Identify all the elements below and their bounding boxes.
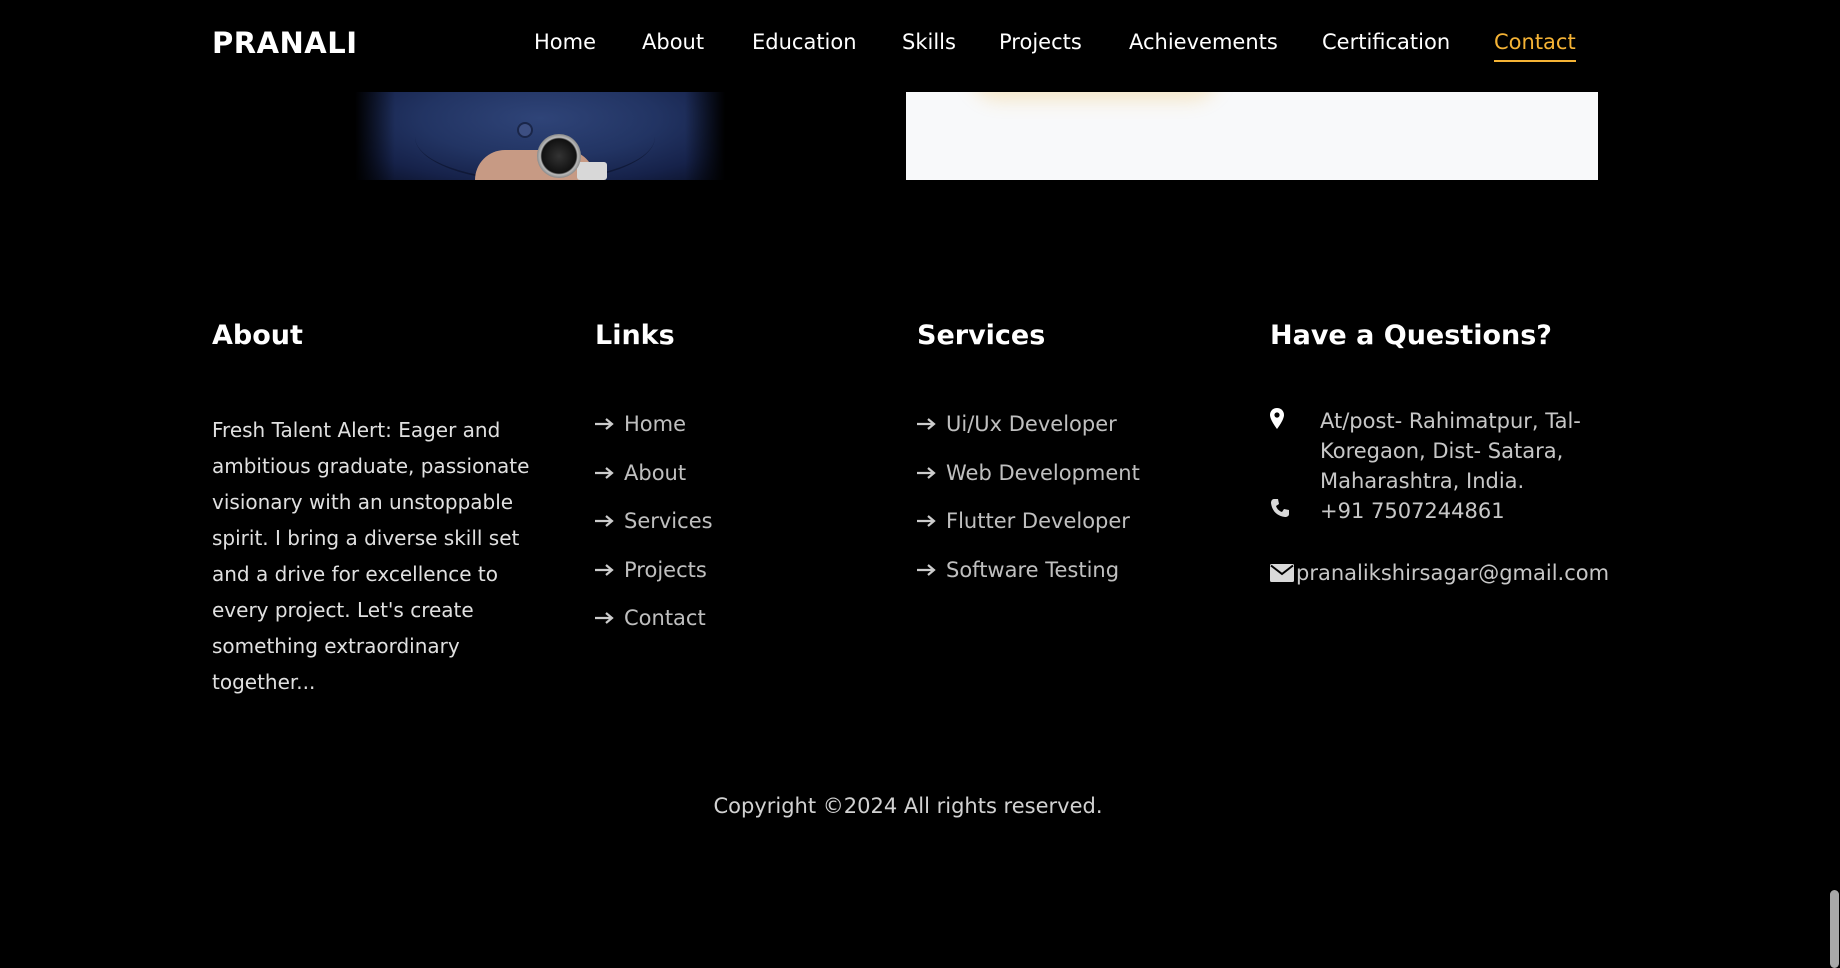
footer-link-label: Contact — [624, 606, 706, 631]
footer-about: About Fresh Talent Alert: Eager and ambi… — [212, 320, 529, 694]
list-item: About — [595, 461, 713, 510]
nav-link-contact[interactable]: Contact — [1494, 30, 1576, 62]
list-item: Software Testing — [917, 558, 1140, 607]
footer-about-heading: About — [212, 320, 303, 351]
address-row: At/post- Rahimatpur, Tal-Koregaon, Dist-… — [1270, 406, 1590, 496]
nav-link-about[interactable]: About — [642, 30, 704, 60]
footer-link-label: Services — [624, 509, 713, 534]
footer-contact-info: Have a Questions? At/post- Rahimatpur, T… — [1270, 320, 1609, 585]
service-link-label: Software Testing — [946, 557, 1120, 582]
email-link[interactable]: pranalikshirsagar@gmail.com — [1296, 558, 1609, 588]
footer-link-label: Home — [624, 412, 687, 436]
phone-row: +91 7507244861 — [1270, 496, 1505, 526]
map-marker-icon — [1270, 408, 1284, 429]
nav-link-home[interactable]: Home — [534, 30, 596, 60]
copyright-text: Copyright ©2024 All rights reserved. — [713, 794, 1103, 818]
footer-link-services[interactable]: Services — [595, 509, 713, 533]
list-item: Flutter Developer — [917, 509, 1140, 558]
arrow-right-icon — [595, 466, 614, 479]
phone-icon — [1271, 499, 1289, 517]
footer-about-text: Fresh Talent Alert: Eager and ambitious … — [212, 418, 530, 694]
nav-link-projects[interactable]: Projects — [999, 30, 1082, 60]
profile-photo — [355, 92, 725, 180]
list-item: Web Development — [917, 461, 1140, 510]
service-link-label: Web Development — [946, 460, 1140, 485]
footer-link-about[interactable]: About — [595, 461, 686, 485]
arrow-right-icon — [917, 418, 936, 430]
service-link-label: Flutter Developer — [946, 509, 1130, 534]
nav-link-skills[interactable]: Skills — [902, 30, 956, 60]
arrow-right-icon — [917, 563, 936, 576]
list-item: Services — [595, 509, 713, 558]
address-text: At/post- Rahimatpur, Tal-Koregaon, Dist-… — [1320, 409, 1581, 493]
list-item: Projects — [595, 558, 713, 607]
navbar: PRANALI Home About Education Skills Proj… — [0, 0, 1824, 92]
footer-link-label: About — [624, 460, 687, 485]
footer-links: Links Home About Services Projects Conta… — [595, 320, 713, 630]
service-link-web[interactable]: Web Development — [917, 461, 1140, 485]
envelope-icon — [1270, 564, 1294, 582]
footer-link-projects[interactable]: Projects — [595, 558, 707, 582]
nav-link-education[interactable]: Education — [752, 30, 857, 60]
scrollbar-thumb[interactable] — [1830, 890, 1839, 968]
footer-questions-heading: Have a Questions? — [1270, 320, 1552, 351]
arrow-right-icon — [917, 466, 936, 479]
nav-link-achievements[interactable]: Achievements — [1129, 30, 1278, 60]
service-link-flutter[interactable]: Flutter Developer — [917, 509, 1130, 533]
contact-form-card — [906, 92, 1598, 180]
arrow-right-icon — [595, 563, 614, 576]
footer-services: Services Ui/Ux Developer Web Development… — [917, 320, 1140, 582]
scrollbar[interactable] — [1824, 0, 1840, 968]
service-link-label: Ui/Ux Developer — [946, 412, 1117, 436]
nav-link-certification[interactable]: Certification — [1322, 30, 1450, 60]
list-item: Contact — [595, 606, 713, 655]
footer-link-label: Projects — [624, 557, 707, 582]
arrow-right-icon — [595, 515, 614, 528]
footer-link-contact[interactable]: Contact — [595, 606, 706, 630]
footer-links-list: Home About Services Projects Contact — [595, 412, 713, 655]
arrow-right-icon — [595, 612, 614, 625]
footer-link-home[interactable]: Home — [595, 412, 686, 436]
service-link-testing[interactable]: Software Testing — [917, 558, 1119, 582]
footer-services-heading: Services — [917, 320, 1046, 351]
nav-menu: Home About Education Skills Projects Ach… — [0, 30, 1824, 70]
list-item: Home — [595, 412, 713, 461]
list-item: Ui/Ux Developer — [917, 412, 1140, 461]
phone-link[interactable]: +91 7507244861 — [1320, 496, 1505, 526]
arrow-right-icon — [917, 515, 936, 528]
service-link-uiux[interactable]: Ui/Ux Developer — [917, 412, 1117, 436]
footer-links-heading: Links — [595, 320, 675, 351]
email-row: pranalikshirsagar@gmail.com — [1270, 558, 1609, 588]
arrow-right-icon — [595, 418, 614, 430]
footer-services-list: Ui/Ux Developer Web Development Flutter … — [917, 412, 1140, 606]
page: PRANALI Home About Education Skills Proj… — [0, 0, 1840, 968]
